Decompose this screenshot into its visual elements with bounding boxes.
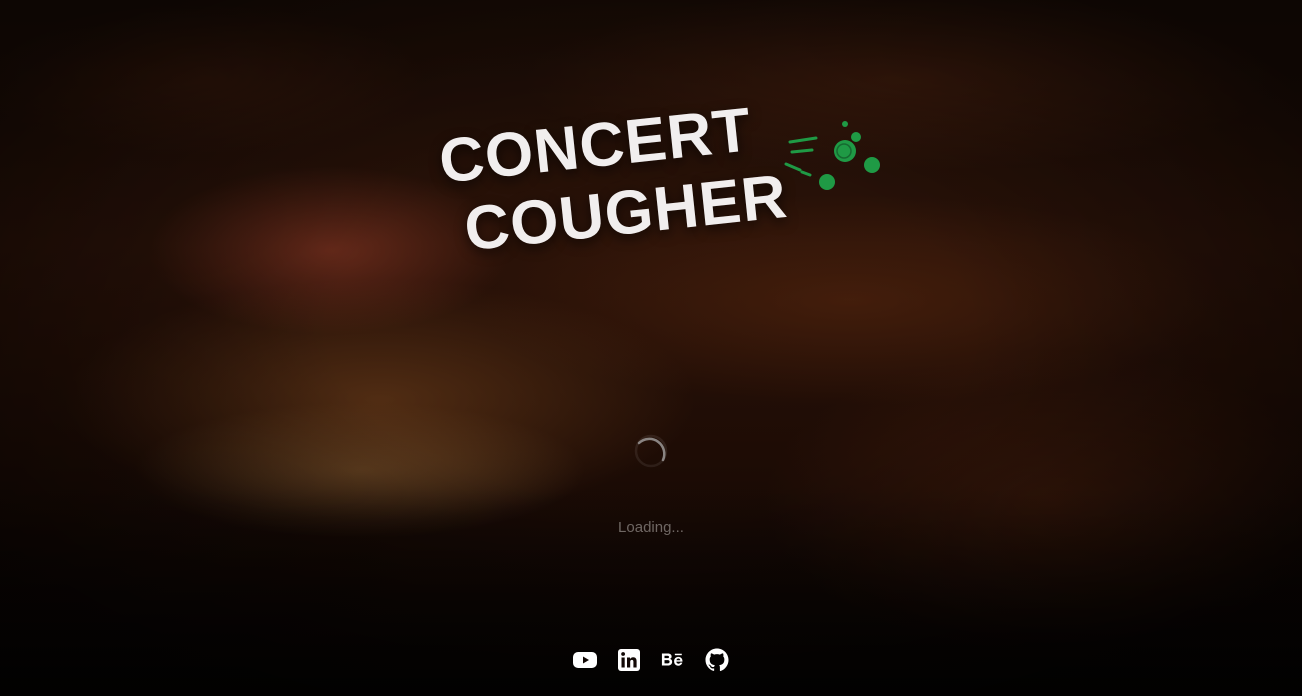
droplet-icon (819, 174, 835, 190)
loading-screen: CONCERT COUGHER Loading... (0, 0, 1302, 696)
social-links (0, 648, 1302, 672)
loading-label: Loading... (618, 519, 684, 536)
linkedin-link[interactable] (617, 648, 641, 672)
youtube-link[interactable] (573, 648, 597, 672)
app-logo: CONCERT COUGHER (436, 95, 896, 298)
cough-line-icon (788, 136, 818, 144)
cough-line-icon (784, 162, 802, 172)
behance-link[interactable] (661, 648, 685, 672)
youtube-icon (573, 652, 597, 668)
droplet-icon (842, 121, 848, 127)
github-icon (705, 648, 729, 672)
loading-spinner (634, 434, 668, 468)
behance-icon (661, 653, 683, 666)
github-link[interactable] (705, 648, 729, 672)
linkedin-icon (618, 649, 640, 671)
droplet-icon (851, 132, 861, 142)
cough-line-icon (800, 170, 812, 177)
cough-line-icon (790, 148, 814, 154)
droplet-icon (864, 157, 880, 173)
cough-droplets-icon (784, 121, 880, 190)
